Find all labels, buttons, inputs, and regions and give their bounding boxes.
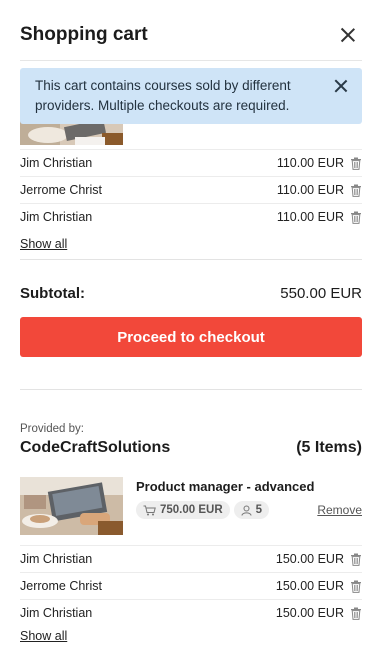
- participant-price: 110.00 EUR: [276, 210, 344, 224]
- trash-icon[interactable]: [350, 184, 362, 197]
- course-title: Product manager - advanced: [136, 479, 315, 494]
- trash-icon[interactable]: [350, 580, 362, 593]
- notice-text: This cart contains courses sold by diffe…: [35, 78, 291, 113]
- participant-name: Jerrome Christ: [20, 183, 102, 197]
- participant-name: Jim Christian: [20, 156, 93, 170]
- participant-row: Jim Christian 110.00 EUR: [20, 149, 362, 176]
- trash-icon[interactable]: [350, 607, 362, 620]
- trash-icon[interactable]: [350, 211, 362, 224]
- provided-by-label: Provided by:: [20, 423, 84, 435]
- proceed-to-checkout-button[interactable]: Proceed to checkout: [20, 317, 362, 357]
- participant-row: Jim Christian 150.00 EUR: [20, 545, 362, 572]
- subtotal-value: 550.00 EUR: [280, 284, 362, 302]
- course-participant-count: 5: [255, 504, 263, 516]
- cart-title: Shopping cart: [20, 24, 148, 45]
- notice-close-icon[interactable]: [334, 79, 348, 93]
- provider-item-count: (5 Items): [296, 439, 362, 456]
- participant-row: Jerrome Christ 150.00 EUR: [20, 572, 362, 599]
- provider-name: CodeCraftSolutions: [20, 439, 171, 456]
- participant-name: Jerrome Christ: [20, 579, 102, 593]
- page: Shopping cart This cart contains courses…: [0, 0, 365, 650]
- course-meta: 750.00 EUR 5: [136, 501, 270, 519]
- course-price: 750.00 EUR: [160, 504, 223, 516]
- participant-price: 150.00 EUR: [275, 579, 344, 593]
- section-divider: [20, 259, 362, 260]
- participant-price: 110.00 EUR: [276, 156, 344, 170]
- subtotal-label: Subtotal:: [20, 284, 85, 302]
- cart-icon: [143, 505, 156, 515]
- provider-header: CodeCraftSolutions (5 Items): [20, 439, 362, 457]
- remove-course-link[interactable]: Remove: [317, 503, 362, 517]
- participant-price: 110.00 EUR: [276, 183, 344, 197]
- close-icon[interactable]: [340, 27, 356, 43]
- user-icon: [241, 505, 252, 516]
- price-chip: 750.00 EUR: [136, 501, 230, 519]
- participant-name: Jim Christian: [20, 552, 93, 566]
- trash-icon[interactable]: [350, 553, 362, 566]
- participant-name: Jim Christian: [20, 210, 93, 224]
- provider-divider: [20, 389, 362, 390]
- course-thumbnail: [20, 477, 123, 535]
- shopping-cart-panel: Shopping cart This cart contains courses…: [8, 8, 365, 648]
- participant-row: Jerrome Christ 110.00 EUR: [20, 176, 362, 203]
- show-all-link[interactable]: Show all: [20, 237, 67, 251]
- participant-price: 150.00 EUR: [275, 552, 344, 566]
- multiple-checkout-notice: This cart contains courses sold by diffe…: [20, 68, 362, 124]
- trash-icon[interactable]: [350, 157, 362, 170]
- participant-name: Jim Christian: [20, 606, 93, 620]
- participant-row: Jim Christian 150.00 EUR: [20, 599, 362, 626]
- cart-header: Shopping cart: [20, 16, 356, 54]
- course-item: Product manager - advanced 750.00 EUR 5 …: [20, 477, 362, 537]
- participant-price: 150.00 EUR: [275, 606, 344, 620]
- subtotal-row: Subtotal: 550.00 EUR: [20, 281, 362, 305]
- show-all-link[interactable]: Show all: [20, 629, 67, 643]
- cart-content: Jim Christian 110.00 EUR Jerrome Christ: [20, 61, 362, 648]
- participant-row: Jim Christian 110.00 EUR: [20, 203, 362, 230]
- participants-chip: 5: [233, 501, 270, 519]
